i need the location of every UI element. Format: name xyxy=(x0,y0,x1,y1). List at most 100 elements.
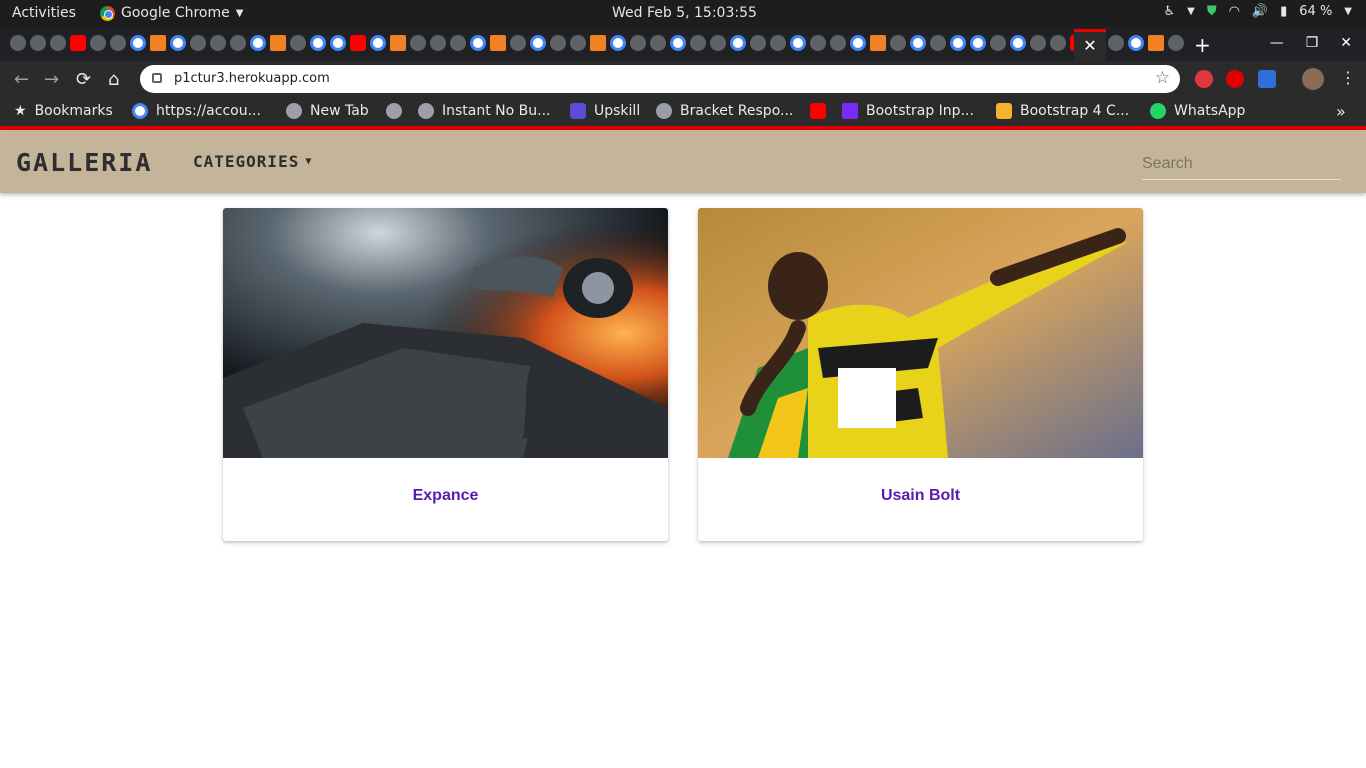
volume-icon[interactable]: 🔊 xyxy=(1252,4,1268,19)
tab-favicon[interactable] xyxy=(190,35,206,51)
tab-favicon[interactable] xyxy=(770,35,786,51)
accessibility-icon[interactable]: ♿ xyxy=(1163,4,1175,19)
avatar[interactable] xyxy=(1302,68,1324,90)
tab-favicon[interactable] xyxy=(130,35,146,51)
minimize-icon[interactable]: — xyxy=(1270,35,1284,51)
lock-icon[interactable] xyxy=(152,73,162,83)
tab-favicon[interactable] xyxy=(870,35,886,51)
tab-favicon[interactable] xyxy=(930,35,946,51)
tab-favicon[interactable] xyxy=(730,35,746,51)
bookmark-item[interactable]: Bootstrap Inp... xyxy=(842,103,974,119)
bookmark-item[interactable]: New Tab xyxy=(286,103,369,119)
tab-favicon[interactable] xyxy=(550,35,566,51)
extension-icon[interactable] xyxy=(1195,70,1213,88)
tab-favicon[interactable] xyxy=(810,35,826,51)
card-title[interactable]: Usain Bolt xyxy=(698,487,1143,505)
forward-arrow-icon[interactable]: → xyxy=(44,69,59,90)
tab-favicon[interactable] xyxy=(1108,35,1124,51)
tab-favicon[interactable] xyxy=(170,35,186,51)
tab-favicon[interactable] xyxy=(230,35,246,51)
card-image-astronaut[interactable] xyxy=(223,208,668,458)
star-icon[interactable]: ☆ xyxy=(1155,68,1170,88)
tab-favicon[interactable] xyxy=(750,35,766,51)
pinned-tabs[interactable] xyxy=(10,35,1086,51)
tab-favicon[interactable] xyxy=(610,35,626,51)
tab-favicon[interactable] xyxy=(970,35,986,51)
bookmark-item[interactable]: Bracket Respo... xyxy=(656,103,793,119)
bookmarks-overflow-button[interactable]: » xyxy=(1336,102,1346,121)
shield-icon[interactable]: ⛊ xyxy=(1207,4,1217,19)
tab-favicon[interactable] xyxy=(10,35,26,51)
tab-favicon[interactable] xyxy=(470,35,486,51)
tab-favicon[interactable] xyxy=(710,35,726,51)
tab-favicon[interactable] xyxy=(990,35,1006,51)
bookmark-item[interactable] xyxy=(386,103,402,119)
tab-favicon[interactable] xyxy=(450,35,466,51)
tab-favicon[interactable] xyxy=(1050,35,1066,51)
menu-icon[interactable]: ⋮ xyxy=(1340,68,1356,87)
tab-favicon[interactable] xyxy=(1148,35,1164,51)
tab-favicon[interactable] xyxy=(410,35,426,51)
tab-favicon[interactable] xyxy=(1168,35,1184,51)
tab-favicon[interactable] xyxy=(350,35,366,51)
bookmark-item[interactable]: Bootstrap 4 C... xyxy=(996,103,1129,119)
tab-favicon[interactable] xyxy=(1030,35,1046,51)
activities-button[interactable]: Activities xyxy=(12,5,76,21)
gallery-card[interactable]: Expance xyxy=(223,208,668,541)
card-image-usain-bolt[interactable] xyxy=(698,208,1143,458)
card-title[interactable]: Expance xyxy=(223,487,668,505)
url-text[interactable]: p1ctur3.herokuapp.com xyxy=(174,71,330,86)
bookmark-item[interactable]: Upskill xyxy=(570,103,640,119)
tab-favicon[interactable] xyxy=(590,35,606,51)
gallery-card[interactable]: Usain Bolt xyxy=(698,208,1143,541)
tab-favicon[interactable] xyxy=(670,35,686,51)
reload-icon[interactable]: ⟳ xyxy=(76,69,91,90)
tab-favicon[interactable] xyxy=(430,35,446,51)
tab-favicon[interactable] xyxy=(210,35,226,51)
tab-favicon[interactable] xyxy=(830,35,846,51)
active-tab-close[interactable]: ✕ xyxy=(1074,29,1106,61)
system-tray[interactable]: ♿ ▼ ⛊ ◠ 🔊 ▮ 64 % ▼ xyxy=(1163,4,1352,19)
tab-favicon[interactable] xyxy=(70,35,86,51)
back-arrow-icon[interactable]: ← xyxy=(14,69,29,90)
bookmarks-menu[interactable]: ★ Bookmarks xyxy=(14,103,113,119)
tab-favicon[interactable] xyxy=(370,35,386,51)
extension-icon[interactable] xyxy=(1226,70,1244,88)
tab-favicon[interactable] xyxy=(50,35,66,51)
tab-favicon[interactable] xyxy=(110,35,126,51)
close-window-icon[interactable]: ✕ xyxy=(1340,35,1352,51)
close-icon[interactable]: ✕ xyxy=(1083,36,1096,55)
tab-favicon[interactable] xyxy=(1128,35,1144,51)
bookmark-item[interactable] xyxy=(810,103,826,119)
new-tab-button[interactable]: + xyxy=(1194,33,1211,57)
tab-favicon[interactable] xyxy=(530,35,546,51)
tab-favicon[interactable] xyxy=(250,35,266,51)
tab-favicon[interactable] xyxy=(30,35,46,51)
address-bar[interactable]: p1ctur3.herokuapp.com ☆ xyxy=(140,65,1180,93)
bookmark-item[interactable]: https://accou... xyxy=(132,103,261,119)
categories-dropdown[interactable]: Categories ▼ xyxy=(193,152,312,171)
tab-favicon[interactable] xyxy=(290,35,306,51)
tab-favicon[interactable] xyxy=(630,35,646,51)
tab-favicon[interactable] xyxy=(1010,35,1026,51)
tab-favicon[interactable] xyxy=(510,35,526,51)
site-brand[interactable]: Galleria xyxy=(16,148,152,177)
tab-favicon[interactable] xyxy=(950,35,966,51)
tab-favicon[interactable] xyxy=(570,35,586,51)
tab-favicon[interactable] xyxy=(690,35,706,51)
search-input[interactable] xyxy=(1142,148,1341,180)
bookmark-item[interactable]: WhatsApp xyxy=(1150,103,1245,119)
tab-favicon[interactable] xyxy=(150,35,166,51)
tab-favicon[interactable] xyxy=(850,35,866,51)
tab-favicon[interactable] xyxy=(490,35,506,51)
tab-favicon[interactable] xyxy=(790,35,806,51)
tab-favicon[interactable] xyxy=(650,35,666,51)
battery-icon[interactable]: ▮ xyxy=(1280,4,1287,19)
tab-favicon[interactable] xyxy=(90,35,106,51)
app-menu[interactable]: Google Chrome ▼ xyxy=(100,5,243,21)
tab-favicon[interactable] xyxy=(330,35,346,51)
clock[interactable]: Wed Feb 5, 15:03:55 xyxy=(612,5,757,21)
tab-favicon[interactable] xyxy=(270,35,286,51)
tab-favicon[interactable] xyxy=(910,35,926,51)
bookmark-item[interactable]: Instant No Bu... xyxy=(418,103,551,119)
